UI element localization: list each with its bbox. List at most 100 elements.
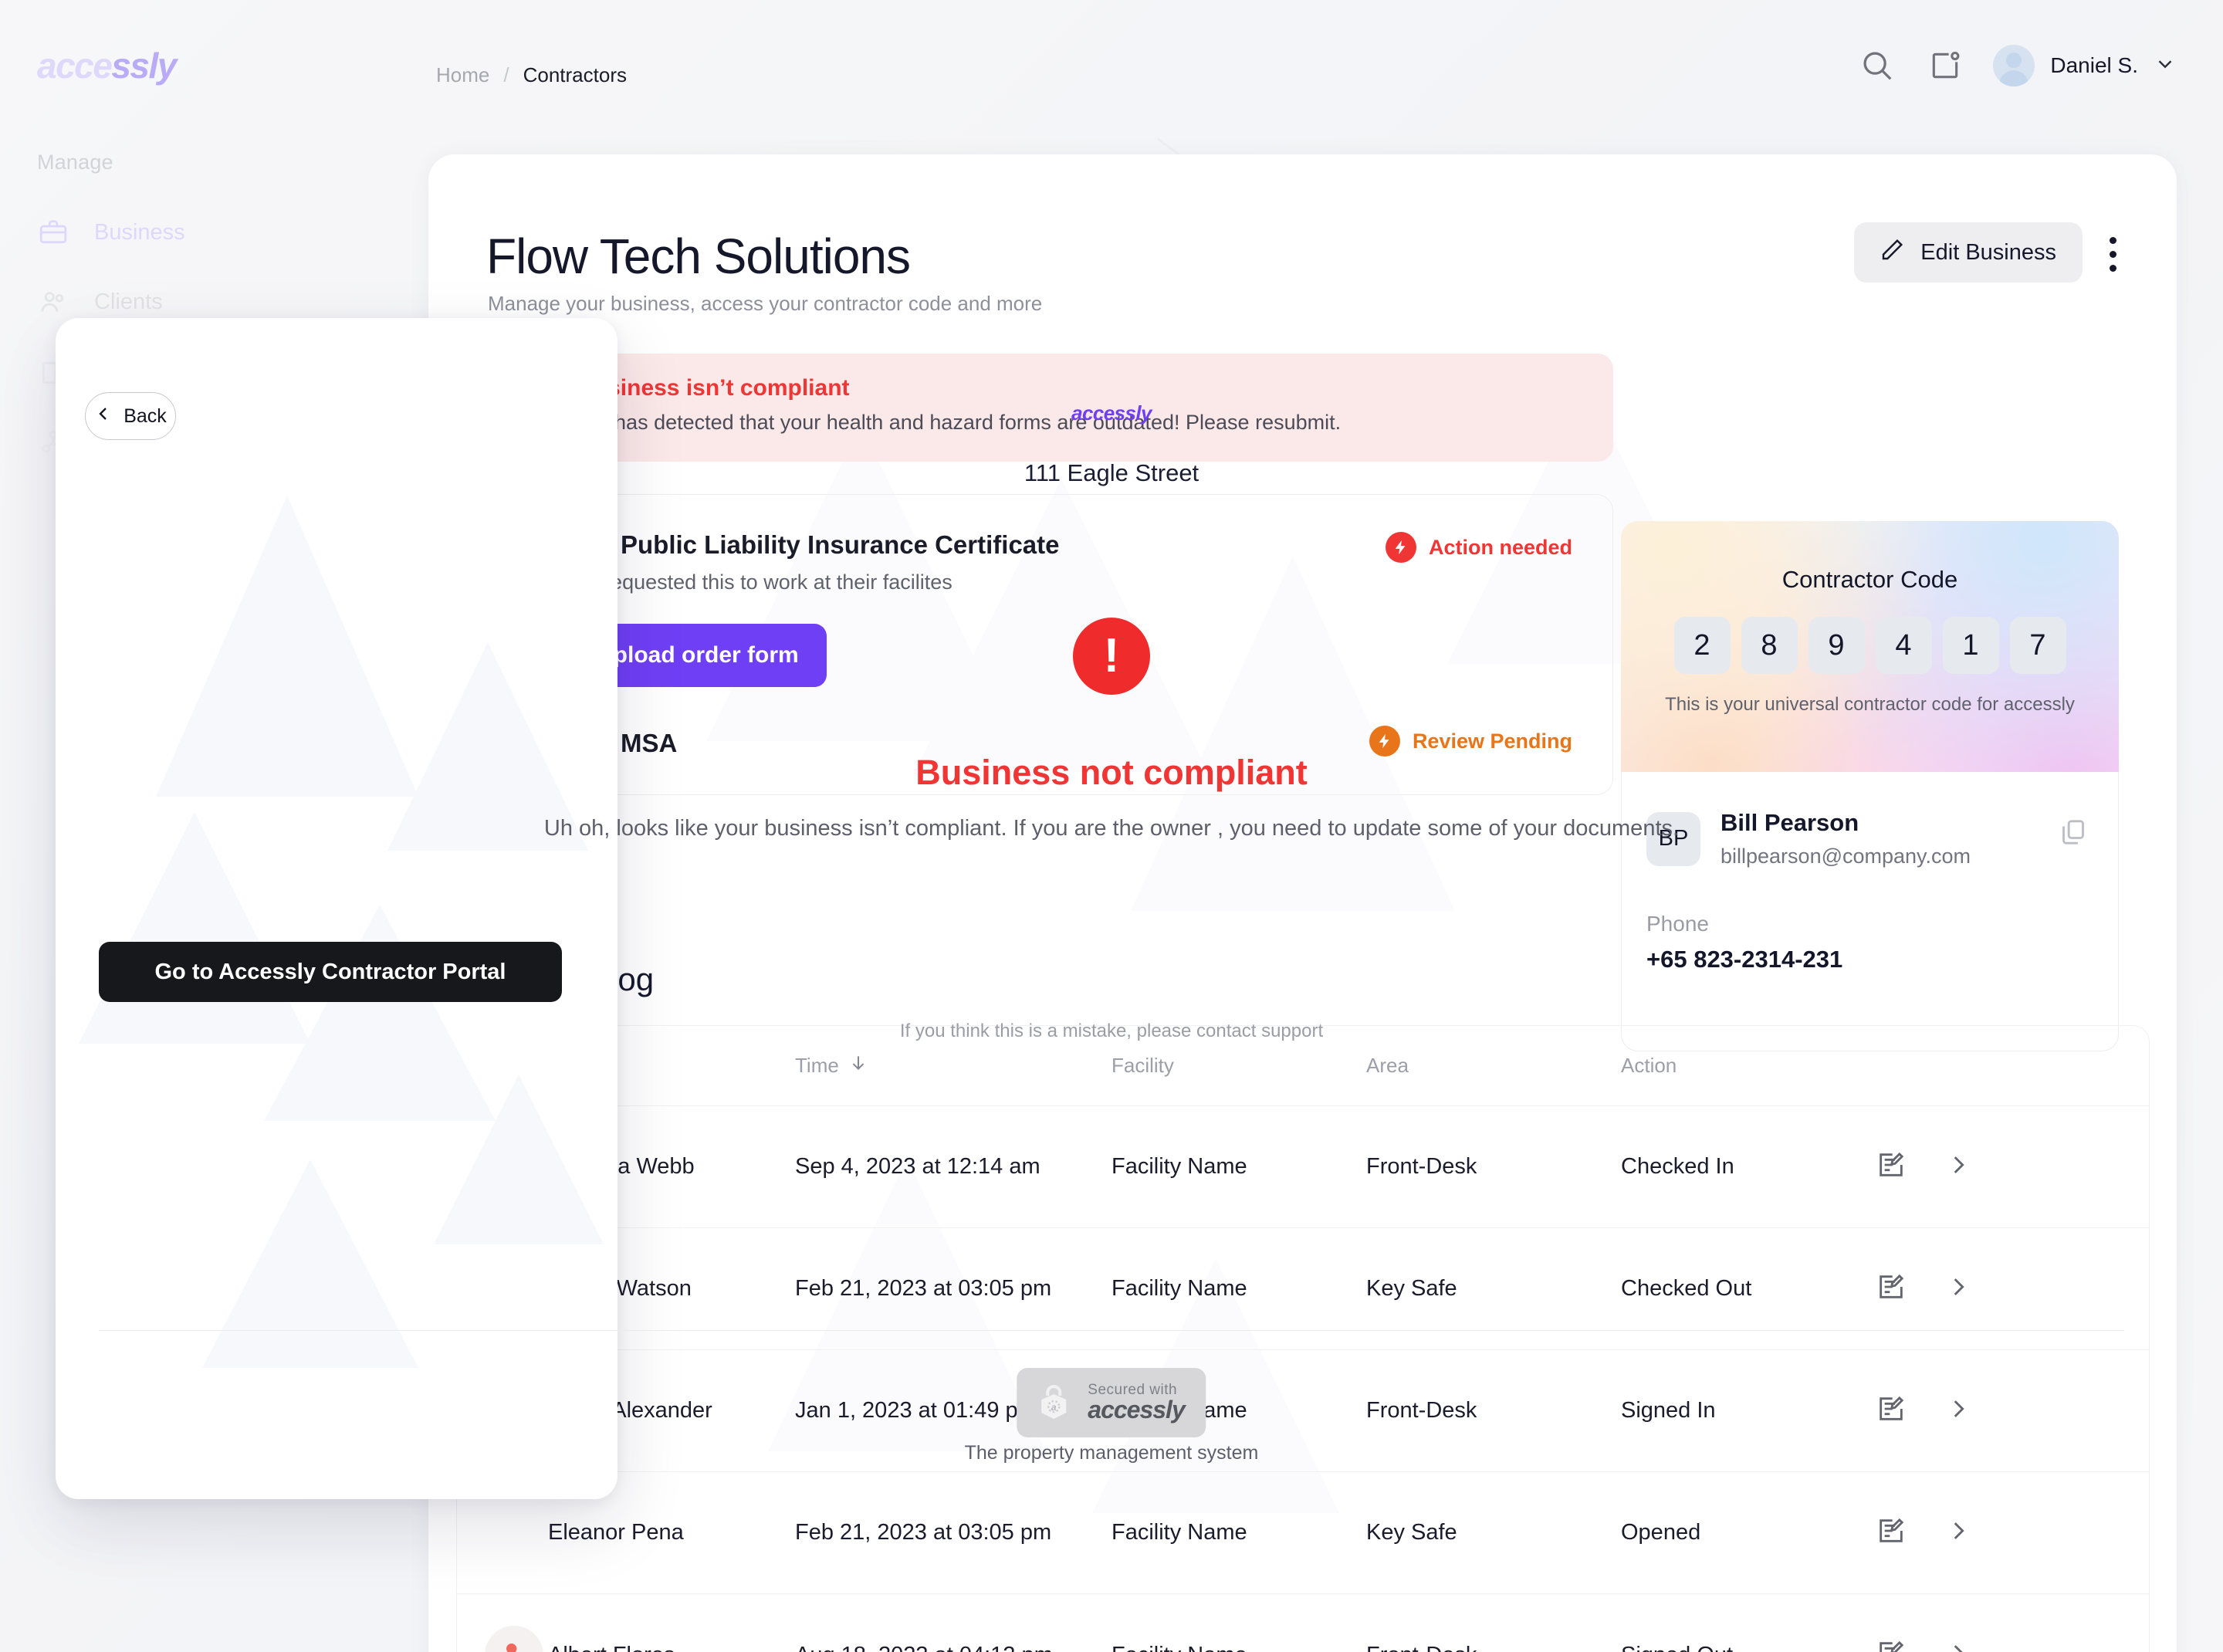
- modal-footer-tagline: The property management system: [964, 1442, 1259, 1464]
- row-area: Key Safe: [1366, 1276, 1457, 1301]
- sidebar-item-business[interactable]: Business: [37, 216, 185, 249]
- chevron-right-icon[interactable]: [1945, 1152, 1971, 1182]
- exclamation-icon: !: [1073, 618, 1150, 695]
- row-facility: Facility Name: [1112, 1643, 1366, 1652]
- user-menu[interactable]: Daniel S.: [1993, 45, 2177, 86]
- modal-body-text: Uh oh, looks like your business isn’t co…: [543, 816, 1680, 841]
- sidebar-item-label: Clients: [94, 289, 163, 314]
- row-name: Eleanor Pena: [548, 1520, 684, 1545]
- contractor-code-title: Contractor Code: [1781, 566, 1958, 593]
- code-digit: 1: [1942, 617, 1999, 674]
- th-area[interactable]: Area: [1366, 1054, 1621, 1078]
- table-row[interactable]: Kristin Watson Feb 21, 2023 at 03:05 pm …: [457, 1228, 2149, 1350]
- row-facility: Facility Name: [1112, 1276, 1247, 1301]
- app-logo: accessly: [37, 45, 177, 86]
- page-title: Flow Tech Solutions: [486, 229, 911, 284]
- edit-business-button[interactable]: Edit Business: [1854, 222, 2083, 283]
- code-digit: 7: [2009, 617, 2066, 674]
- row-action: Checked In: [1621, 1154, 1734, 1179]
- code-digit: 8: [1741, 617, 1798, 674]
- topbar-actions: Daniel S.: [1857, 45, 2177, 86]
- contact-email: billpearson@company.com: [1721, 845, 1971, 868]
- people-icon: [37, 286, 69, 318]
- upload-button-label: Upload order form: [597, 642, 799, 668]
- task-description: Client A requested this to work at their…: [527, 570, 952, 594]
- phone-label: Phone: [1646, 912, 1709, 936]
- modal-title: Business not compliant: [915, 753, 1308, 792]
- person-arrow-icon: [485, 1626, 543, 1652]
- access-log-table: Name Time Facility Area Action Theresa W…: [456, 1025, 2150, 1652]
- sidebar-section-label: Manage: [37, 151, 113, 174]
- th-time-label: Time: [795, 1054, 839, 1077]
- edit-note-icon[interactable]: [1876, 1271, 1907, 1306]
- secured-badge: a Secured with accessly: [1017, 1368, 1206, 1437]
- breadcrumb-separator: /: [503, 63, 509, 86]
- chevron-right-icon[interactable]: [1945, 1396, 1971, 1426]
- row-time: Aug 18, 2023 at 04:12 pm: [795, 1643, 1112, 1652]
- modal-address: 111 Eagle Street: [1024, 459, 1199, 486]
- row-time: Sep 4, 2023 at 12:14 am: [795, 1154, 1040, 1179]
- code-digit: 2: [1673, 617, 1731, 674]
- table-row[interactable]: Albert Flores Aug 18, 2023 at 04:12 pm F…: [457, 1594, 2149, 1652]
- edit-business-label: Edit Business: [1920, 239, 2056, 265]
- chevron-right-icon[interactable]: [1945, 1640, 1971, 1652]
- contractor-code-card: Contractor Code 2 8 9 4 1 7 This is your…: [1621, 521, 2119, 772]
- sidebar-item-label: Business: [94, 219, 185, 245]
- notifications-icon[interactable]: [1925, 46, 1965, 86]
- pencil-icon: [1880, 237, 1905, 268]
- row-area: Front-Desk: [1366, 1643, 1621, 1652]
- th-facility[interactable]: Facility: [1112, 1054, 1366, 1078]
- tasks-card: Upload Public Liability Insurance Certif…: [486, 494, 1613, 795]
- breadcrumb-current[interactable]: Contractors: [523, 63, 627, 87]
- chevron-right-icon[interactable]: [1945, 1274, 1971, 1304]
- phone-value: +65 823-2314-231: [1646, 946, 1843, 973]
- row-area: Key Safe: [1366, 1520, 1457, 1545]
- non-compliance-modal: [56, 318, 618, 1499]
- modal-decoration: [56, 318, 618, 1499]
- row-action: Signed In: [1621, 1398, 1716, 1423]
- main-panel: Flow Tech Solutions Manage your business…: [428, 154, 2177, 1652]
- breadcrumb: Home / Contractors: [436, 63, 627, 87]
- status-badge-review-pending: Review Pending: [1369, 726, 1572, 757]
- page-subtitle: Manage your business, access your contra…: [488, 292, 1043, 315]
- code-digit: 4: [1875, 617, 1932, 674]
- edit-note-icon[interactable]: [1876, 1149, 1907, 1184]
- alert-title: Your business isn’t compliant: [522, 375, 850, 401]
- avatar: [1993, 45, 2035, 86]
- contractor-code-note: This is your universal contractor code f…: [1665, 694, 2075, 715]
- task-insurance: Upload Public Liability Insurance Certif…: [487, 495, 1612, 594]
- row-time: Feb 21, 2023 at 03:05 pm: [795, 1520, 1052, 1545]
- user-name: Daniel S.: [2050, 53, 2138, 77]
- status-label: Action needed: [1428, 535, 1572, 559]
- th-time[interactable]: Time: [795, 1053, 1112, 1078]
- sidebar-item-clients[interactable]: Clients: [37, 286, 163, 318]
- row-area: Front-Desk: [1366, 1398, 1477, 1423]
- table-row[interactable]: Theresa Webb Sep 4, 2023 at 12:14 am Fac…: [457, 1106, 2149, 1228]
- row-action: Signed Out: [1621, 1643, 1876, 1652]
- go-to-contractor-portal-button[interactable]: Go to Accessly Contractor Portal: [99, 942, 562, 1002]
- briefcase-icon: [37, 216, 69, 249]
- search-icon[interactable]: [1857, 46, 1897, 86]
- chevron-down-icon: [2154, 52, 2177, 80]
- svg-text:a: a: [1051, 1402, 1057, 1413]
- code-digit: 9: [1808, 617, 1865, 674]
- breadcrumb-home[interactable]: Home: [436, 63, 489, 87]
- kebab-menu-icon[interactable]: [2093, 232, 2132, 276]
- edit-note-icon[interactable]: [1876, 1393, 1907, 1428]
- table-row[interactable]: Eleanor Pena Feb 21, 2023 at 03:05 pm Fa…: [457, 1472, 2149, 1594]
- modal-divider: [99, 1330, 2124, 1331]
- th-action[interactable]: Action: [1621, 1054, 1876, 1078]
- row-avatar: [457, 1626, 548, 1652]
- contractor-code-digits: 2 8 9 4 1 7: [1621, 617, 2119, 674]
- row-area: Front-Desk: [1366, 1154, 1477, 1179]
- row-time: Feb 21, 2023 at 03:05 pm: [795, 1276, 1052, 1301]
- row-action: Checked Out: [1621, 1276, 1752, 1301]
- edit-note-icon[interactable]: [1876, 1515, 1907, 1550]
- status-label: Review Pending: [1412, 729, 1572, 753]
- row-facility: Facility Name: [1112, 1520, 1247, 1545]
- app-root: accessly Manage Business Clients Home / …: [0, 0, 2223, 1652]
- modal-logo: accessly: [1071, 401, 1152, 425]
- edit-note-icon[interactable]: [1876, 1638, 1907, 1652]
- chevron-right-icon[interactable]: [1945, 1518, 1971, 1548]
- logo-part-1: acce: [37, 46, 113, 86]
